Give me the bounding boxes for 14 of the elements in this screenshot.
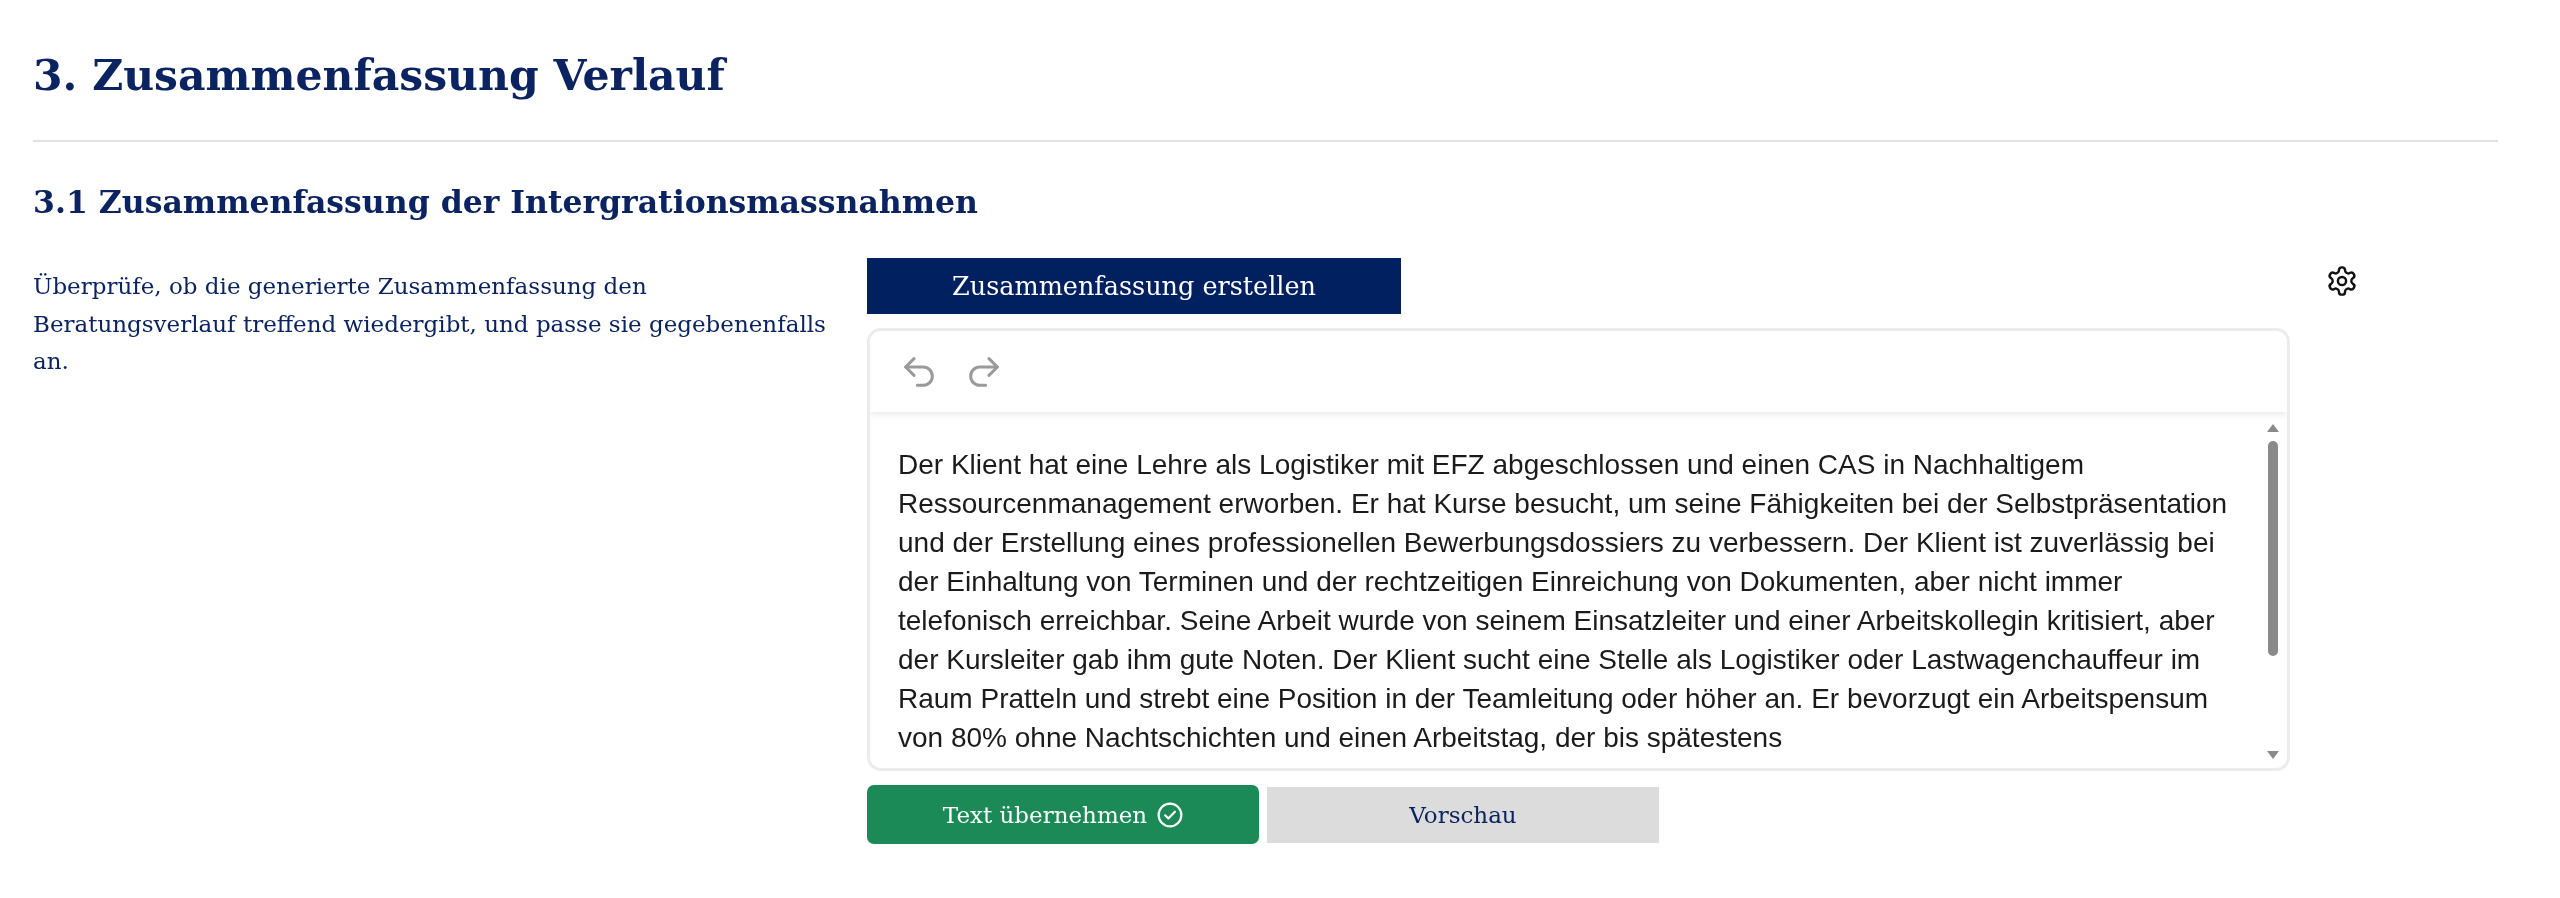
accept-text-button[interactable]: Text übernehmen xyxy=(867,785,1259,844)
scrollbar-thumb[interactable] xyxy=(2268,441,2278,656)
scroll-down-arrow-icon[interactable] xyxy=(2267,751,2279,759)
editor-text-area[interactable]: Der Klient hat eine Lehre als Logistiker mit EFZ abgeschlossen und einen CAS in Nachhaltigem Ressourcenmanagement erworben. Er hat Kurse besucht, um seine Fähigkeiten bei der Selbstpräsentation und der Erstellung eines professionellen Bewerbungsdossiers zu verbessern. Der Klient ist zuverlässig bei der Einhaltung von Terminen und der rechtzeitigen Einreichung von Dokumenten, aber nicht immer telefonisch erreichbar. Seine Arbeit wurde von seinem Einsatzleiter und einer Arbeitskollegin kritisiert, aber der Kursleiter gab ihm gute Noten. Der Klient sucht eine Stelle als Logistiker oder Lastwagenchauffeur im Raum Pratteln und strebt eine Position in der Teamleitung oder höher an. Er bevorzugt ein Arbeitspensum von 80% ohne Nachtschichten und einen Arbeitstag, der bis spätestens xyxy=(870,412,2261,768)
generate-summary-button[interactable]: Zusammenfassung erstellen xyxy=(867,258,1401,314)
instruction-text: Überprüfe, ob die generierte Zusammenfassung den Beratungsverlauf treffend wiedergibt, und passe sie gegebenenfalls an. xyxy=(33,272,827,376)
subsection-title: 3.1 Zusammenfassung der Intergrationsmassnahmen xyxy=(33,182,978,222)
preview-button[interactable]: Vorschau xyxy=(1267,786,1659,843)
check-circle-icon xyxy=(1157,801,1184,828)
settings-icon[interactable] xyxy=(2327,266,2357,296)
redo-icon[interactable] xyxy=(969,356,999,387)
undo-icon[interactable] xyxy=(904,356,934,387)
scroll-up-arrow-icon[interactable] xyxy=(2267,424,2279,432)
section-title: 3. Zusammenfassung Verlauf xyxy=(33,49,725,102)
